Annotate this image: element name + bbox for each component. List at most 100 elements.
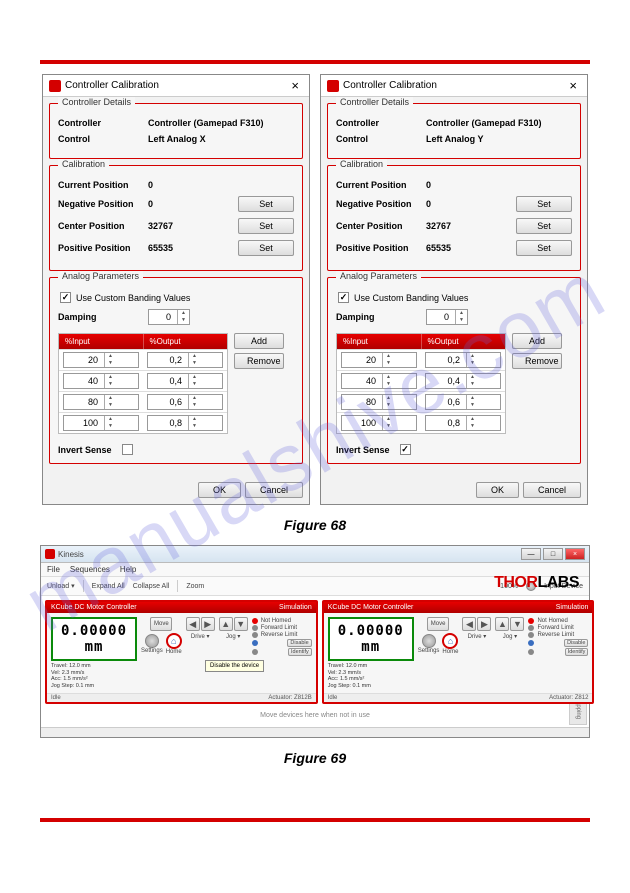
drive-right-button[interactable]: ▶ bbox=[201, 617, 215, 631]
spin-up-icon[interactable]: ▲ bbox=[383, 353, 394, 360]
spin-down-icon[interactable]: ▼ bbox=[383, 423, 394, 430]
spin-down-icon[interactable]: ▼ bbox=[178, 317, 189, 324]
spin-down-icon[interactable]: ▼ bbox=[383, 402, 394, 409]
input-spinner[interactable]: 100▲▼ bbox=[341, 415, 417, 431]
spin-down-icon[interactable]: ▼ bbox=[456, 317, 467, 324]
ok-button[interactable]: OK bbox=[198, 482, 241, 498]
spin-down-icon[interactable]: ▼ bbox=[467, 360, 478, 367]
output-spinner[interactable]: 0,2▲▼ bbox=[147, 352, 223, 368]
drive-right-button[interactable]: ▶ bbox=[477, 617, 491, 631]
spin-up-icon[interactable]: ▲ bbox=[467, 353, 478, 360]
invert-sense-checkbox[interactable] bbox=[122, 444, 133, 455]
use-custom-checkbox[interactable]: ✓ bbox=[60, 292, 71, 303]
output-spinner[interactable]: 0,8▲▼ bbox=[425, 415, 501, 431]
close-button[interactable]: × bbox=[565, 548, 585, 560]
output-spinner[interactable]: 0,4▲▼ bbox=[147, 373, 223, 389]
collapse-all-button[interactable]: Collapse All bbox=[133, 583, 170, 590]
move-button[interactable]: Move bbox=[427, 617, 449, 631]
spin-up-icon[interactable]: ▲ bbox=[189, 353, 200, 360]
output-spinner[interactable]: 0,2▲▼ bbox=[425, 352, 501, 368]
move-button[interactable]: Move bbox=[150, 617, 172, 631]
output-spinner[interactable]: 0,6▲▼ bbox=[147, 394, 223, 410]
spin-up-icon[interactable]: ▲ bbox=[189, 416, 200, 423]
spin-up-icon[interactable]: ▲ bbox=[105, 395, 116, 402]
input-spinner[interactable]: 80▲▼ bbox=[341, 394, 417, 410]
spin-down-icon[interactable]: ▼ bbox=[383, 381, 394, 388]
cancel-button[interactable]: Cancel bbox=[523, 482, 581, 498]
spin-down-icon[interactable]: ▼ bbox=[383, 360, 394, 367]
damping-spinner[interactable]: 0▲▼ bbox=[148, 309, 190, 325]
maximize-button[interactable]: □ bbox=[543, 548, 563, 560]
output-spinner[interactable]: 0,8▲▼ bbox=[147, 415, 223, 431]
spin-up-icon[interactable]: ▲ bbox=[105, 416, 116, 423]
spin-up-icon[interactable]: ▲ bbox=[178, 310, 189, 317]
spin-up-icon[interactable]: ▲ bbox=[383, 395, 394, 402]
jog-label[interactable]: Jog ▾ bbox=[226, 633, 240, 640]
minimize-button[interactable]: — bbox=[521, 548, 541, 560]
identify-button[interactable]: Identify bbox=[565, 648, 589, 656]
spin-down-icon[interactable]: ▼ bbox=[467, 402, 478, 409]
jog-up-button[interactable]: ▲ bbox=[219, 617, 233, 631]
gear-icon[interactable] bbox=[145, 634, 159, 648]
remove-button[interactable]: Remove bbox=[512, 353, 562, 369]
spin-down-icon[interactable]: ▼ bbox=[467, 423, 478, 430]
invert-sense-checkbox[interactable]: ✓ bbox=[400, 444, 411, 455]
identify-button[interactable]: Identify bbox=[288, 648, 312, 656]
input-spinner[interactable]: 40▲▼ bbox=[63, 373, 139, 389]
set-positive-button[interactable]: Set bbox=[238, 240, 294, 256]
ok-button[interactable]: OK bbox=[476, 482, 519, 498]
spin-up-icon[interactable]: ▲ bbox=[189, 374, 200, 381]
set-center-button[interactable]: Set bbox=[238, 218, 294, 234]
output-spinner[interactable]: 0,6▲▼ bbox=[425, 394, 501, 410]
menu-file[interactable]: File bbox=[47, 565, 60, 574]
close-icon[interactable]: × bbox=[565, 78, 581, 93]
home-button[interactable]: ⌂ bbox=[442, 633, 458, 649]
cancel-button[interactable]: Cancel bbox=[245, 482, 303, 498]
spin-down-icon[interactable]: ▼ bbox=[189, 360, 200, 367]
spin-up-icon[interactable]: ▲ bbox=[467, 395, 478, 402]
add-button[interactable]: Add bbox=[234, 333, 284, 349]
add-button[interactable]: Add bbox=[512, 333, 562, 349]
input-spinner[interactable]: 100▲▼ bbox=[63, 415, 139, 431]
spin-up-icon[interactable]: ▲ bbox=[467, 374, 478, 381]
output-spinner[interactable]: 0,4▲▼ bbox=[425, 373, 501, 389]
expand-all-button[interactable]: Expand All bbox=[92, 583, 125, 590]
close-icon[interactable]: × bbox=[287, 78, 303, 93]
spin-up-icon[interactable]: ▲ bbox=[456, 310, 467, 317]
spin-up-icon[interactable]: ▲ bbox=[105, 353, 116, 360]
remove-button[interactable]: Remove bbox=[234, 353, 284, 369]
spin-down-icon[interactable]: ▼ bbox=[105, 381, 116, 388]
gear-icon[interactable] bbox=[422, 634, 436, 648]
set-negative-button[interactable]: Set bbox=[516, 196, 572, 212]
drive-label[interactable]: Drive ▾ bbox=[191, 633, 210, 640]
disable-button[interactable]: Disable bbox=[287, 639, 311, 647]
menu-help[interactable]: Help bbox=[120, 565, 136, 574]
spin-down-icon[interactable]: ▼ bbox=[105, 423, 116, 430]
drive-label[interactable]: Drive ▾ bbox=[468, 633, 487, 640]
jog-up-button[interactable]: ▲ bbox=[495, 617, 509, 631]
home-button[interactable]: ⌂ bbox=[166, 633, 182, 649]
spin-down-icon[interactable]: ▼ bbox=[105, 360, 116, 367]
unload-menu[interactable]: Unload ▾ bbox=[47, 582, 75, 590]
input-spinner[interactable]: 20▲▼ bbox=[63, 352, 139, 368]
disable-button[interactable]: Disable bbox=[564, 639, 588, 647]
drive-left-button[interactable]: ◀ bbox=[186, 617, 200, 631]
spin-down-icon[interactable]: ▼ bbox=[189, 423, 200, 430]
use-custom-checkbox[interactable]: ✓ bbox=[338, 292, 349, 303]
jog-down-button[interactable]: ▼ bbox=[234, 617, 248, 631]
damping-spinner[interactable]: 0▲▼ bbox=[426, 309, 468, 325]
input-spinner[interactable]: 40▲▼ bbox=[341, 373, 417, 389]
spin-up-icon[interactable]: ▲ bbox=[105, 374, 116, 381]
set-positive-button[interactable]: Set bbox=[516, 240, 572, 256]
input-spinner[interactable]: 80▲▼ bbox=[63, 394, 139, 410]
spin-down-icon[interactable]: ▼ bbox=[189, 402, 200, 409]
spin-up-icon[interactable]: ▲ bbox=[383, 374, 394, 381]
spin-down-icon[interactable]: ▼ bbox=[467, 381, 478, 388]
spin-up-icon[interactable]: ▲ bbox=[189, 395, 200, 402]
jog-label[interactable]: Jog ▾ bbox=[503, 633, 517, 640]
spin-down-icon[interactable]: ▼ bbox=[105, 402, 116, 409]
drive-left-button[interactable]: ◀ bbox=[462, 617, 476, 631]
spin-up-icon[interactable]: ▲ bbox=[383, 416, 394, 423]
set-negative-button[interactable]: Set bbox=[238, 196, 294, 212]
jog-down-button[interactable]: ▼ bbox=[510, 617, 524, 631]
